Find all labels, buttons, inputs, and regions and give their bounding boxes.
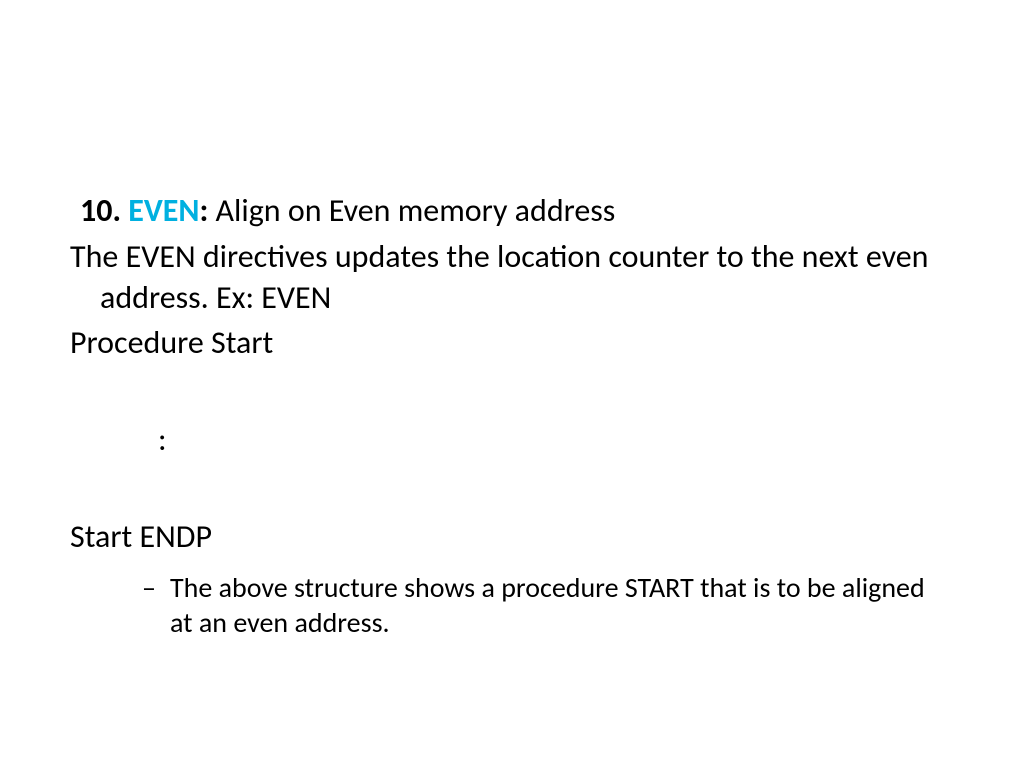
- heading-rest: Align on Even memory address: [208, 191, 615, 230]
- heading-colon: :: [199, 191, 208, 230]
- description-text: The EVEN directives updates the location…: [70, 236, 954, 319]
- bullet-dash: –: [142, 570, 156, 605]
- bullet-item: – The above structure shows a procedure …: [142, 570, 954, 640]
- start-endp-text: Start ENDP: [70, 517, 954, 556]
- procedure-start-text: Procedure Start: [70, 323, 954, 362]
- bullet-text: The above structure shows a procedure ST…: [170, 570, 925, 640]
- heading-line: 10. EVEN: Align on Even memory address: [80, 190, 954, 232]
- colon-line: :: [158, 420, 954, 459]
- heading-number: 10.: [80, 191, 121, 230]
- heading-keyword: EVEN: [128, 191, 199, 230]
